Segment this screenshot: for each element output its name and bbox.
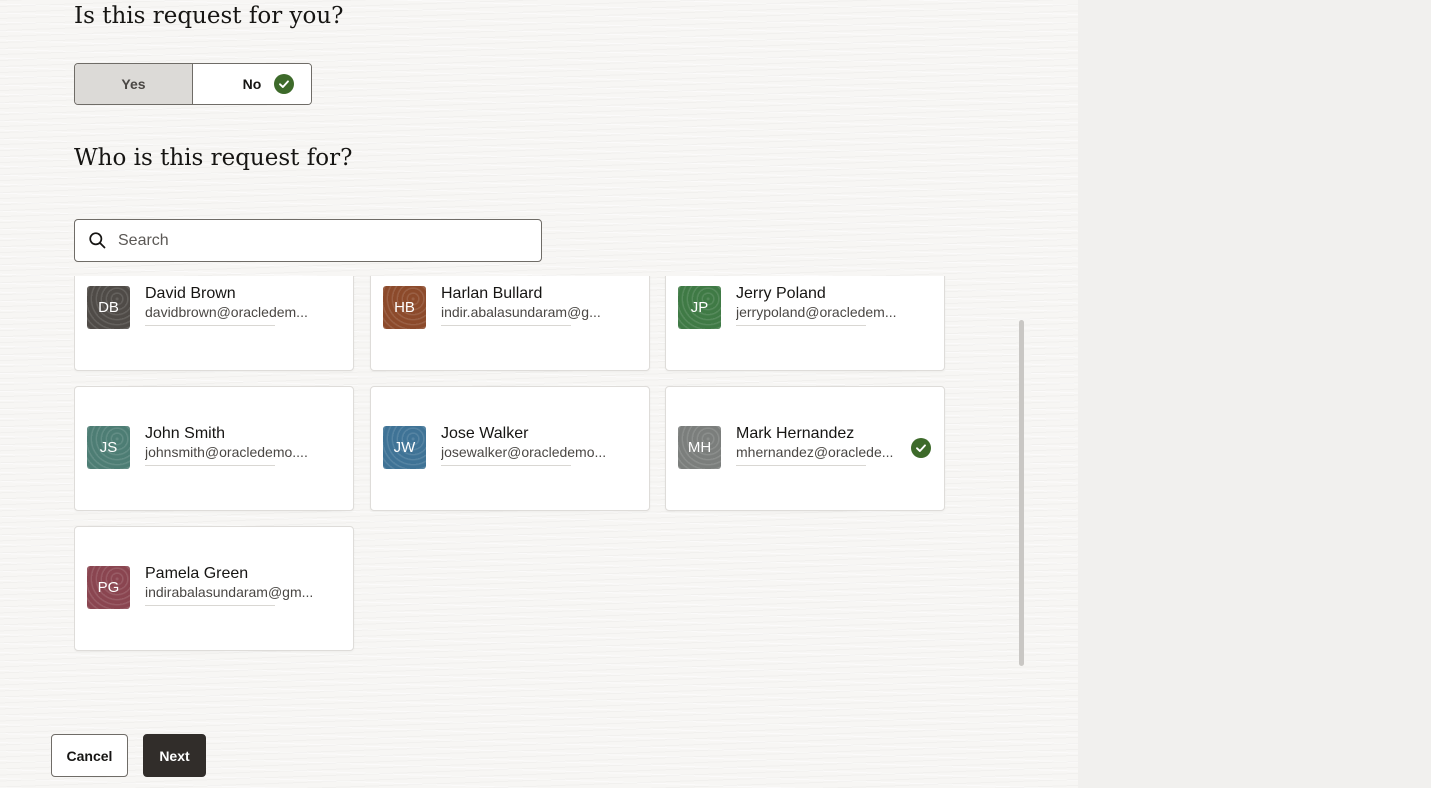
person-name: John Smith (145, 425, 226, 442)
request-for-you-heading: Is this request for you? (74, 3, 344, 29)
person-card[interactable]: HB Harlan Bullard indir.abalasundaram@g... (370, 276, 650, 371)
person-card[interactable]: JW Jose Walker josewalker@oracledemo... (370, 386, 650, 511)
email-underline (736, 325, 866, 326)
email-underline (145, 325, 275, 326)
request-for-you-toggle: Yes No (74, 63, 312, 105)
person-card[interactable]: JS John Smith johnsmith@oracledemo.... (74, 386, 354, 511)
search-icon (88, 231, 107, 255)
email-underline (441, 465, 571, 466)
person-email: jerrypoland@oracledem... (736, 304, 897, 320)
email-underline (145, 605, 275, 606)
person-name: Jose Walker (441, 425, 529, 442)
check-icon (274, 74, 294, 94)
grid-scrollbar[interactable] (1019, 320, 1024, 666)
cancel-button[interactable]: Cancel (51, 734, 128, 777)
search-field (74, 219, 542, 262)
avatar: MH (678, 426, 721, 469)
main-panel: Is this request for you? Yes No Who is t… (0, 0, 1078, 788)
avatar: DB (87, 286, 130, 329)
person-email: indir.abalasundaram@g... (441, 304, 601, 320)
person-email: mhernandez@oraclede... (736, 444, 894, 460)
person-email: davidbrown@oracledem... (145, 304, 308, 320)
no-option-label: No (242, 76, 262, 92)
yes-option-button[interactable]: Yes (75, 64, 193, 104)
person-card[interactable]: PG Pamela Green indirabalasundaram@gm... (74, 526, 354, 651)
right-side-panel (1078, 0, 1431, 788)
person-card[interactable]: DB David Brown davidbrown@oracledem... (74, 276, 354, 371)
yes-option-label: Yes (121, 76, 146, 92)
email-underline (736, 465, 866, 466)
person-name: Jerry Poland (736, 285, 826, 302)
person-name: David Brown (145, 285, 236, 302)
person-email: indirabalasundaram@gm... (145, 584, 314, 600)
avatar: PG (87, 566, 130, 609)
person-name: Pamela Green (145, 565, 249, 582)
people-grid: DB David Brown davidbrown@oracledem... HB Ha… (74, 276, 954, 666)
person-card[interactable]: MH Mark Hernandez mhernandez@oraclede... (665, 386, 945, 511)
person-email: johnsmith@oracledemo.... (145, 444, 308, 460)
no-option-button[interactable]: No (193, 64, 311, 104)
email-underline (441, 325, 571, 326)
email-underline (145, 465, 275, 466)
person-card[interactable]: JP Jerry Poland jerrypoland@oracledem... (665, 276, 945, 371)
avatar: JP (678, 286, 721, 329)
person-email: josewalker@oracledemo... (441, 444, 607, 460)
avatar: JW (383, 426, 426, 469)
person-name: Harlan Bullard (441, 285, 543, 302)
search-input[interactable] (118, 222, 518, 259)
next-button[interactable]: Next (143, 734, 206, 777)
avatar: JS (87, 426, 130, 469)
check-icon (911, 438, 931, 458)
avatar: HB (383, 286, 426, 329)
person-name: Mark Hernandez (736, 425, 855, 442)
request-for-whom-heading: Who is this request for? (74, 145, 353, 171)
